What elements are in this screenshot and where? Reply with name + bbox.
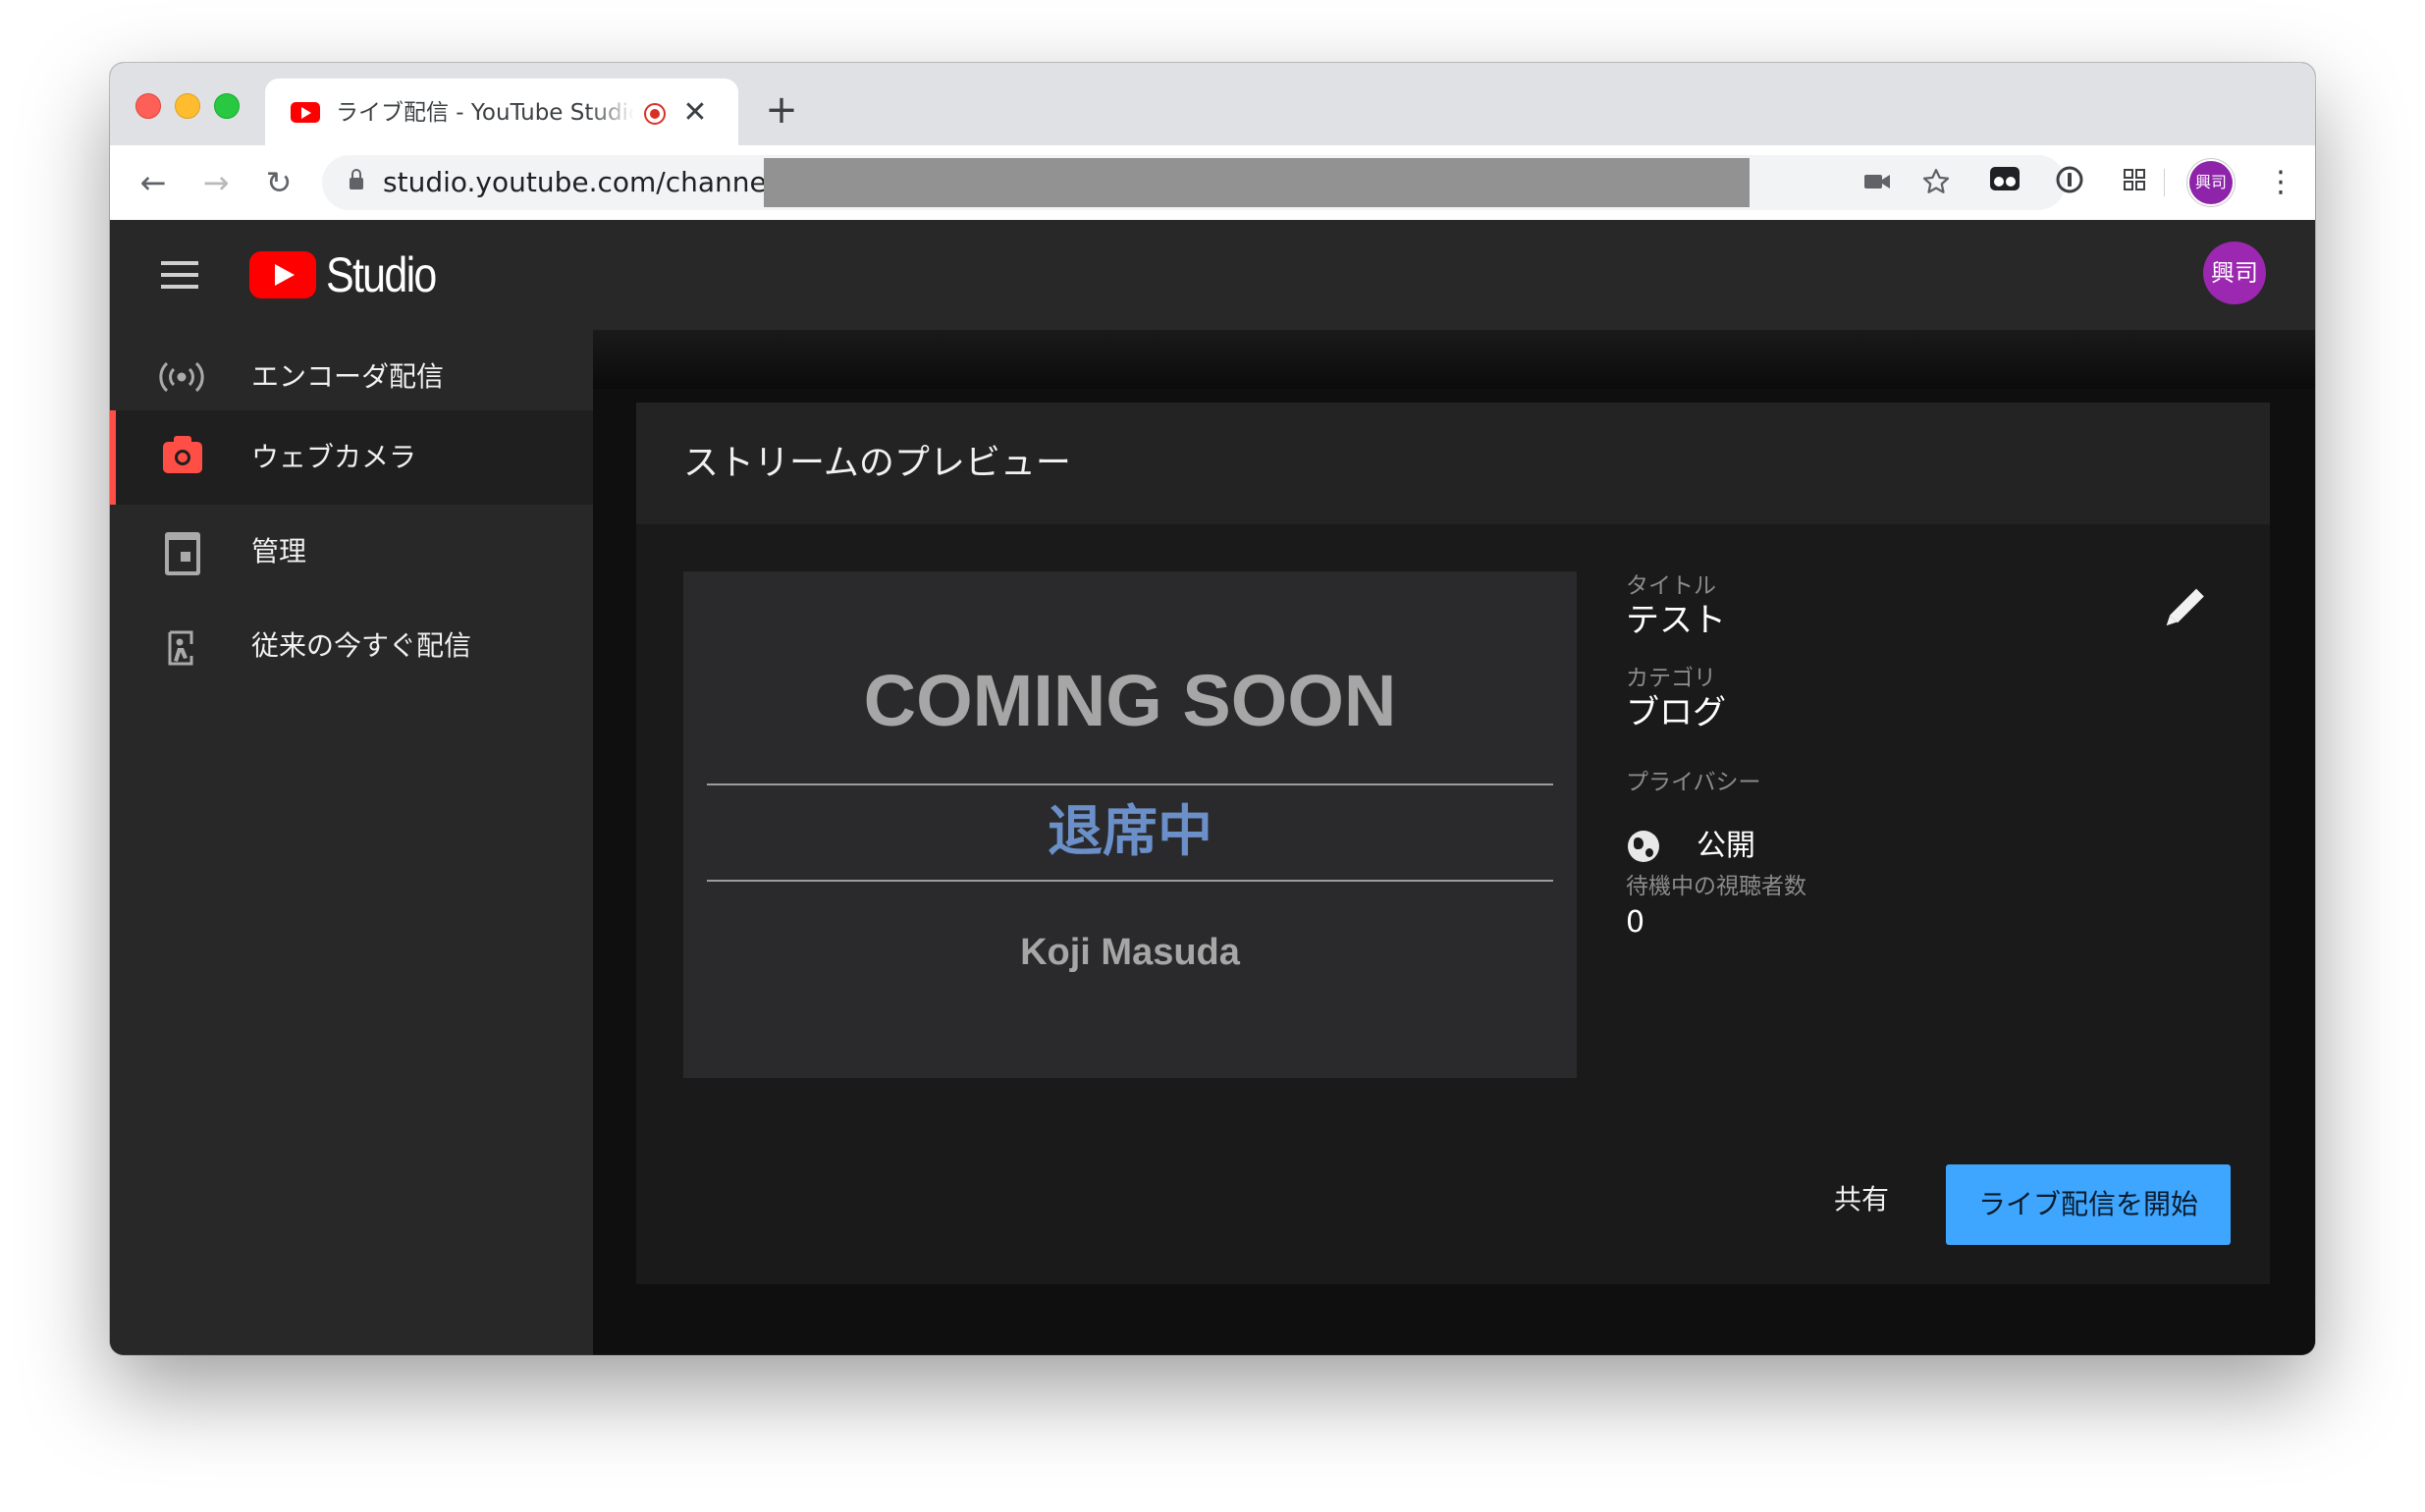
camera-permission-icon[interactable] [1861,167,1893,198]
toolbar-separator [2164,169,2165,196]
card-title: ストリームのプレビュー [683,443,1071,483]
privacy-label: プライバシー [1626,770,1761,795]
recording-indicator-icon [644,103,666,125]
sidebar-item-label: ウェブカメラ [251,441,417,473]
stream-info: タイトル テスト カテゴリ ブログ プライバシー 公開 待機中の視聴者数 0 [1626,571,2195,984]
classic-stream-icon [159,628,204,666]
browser-tab-active[interactable]: ライブ配信 - YouTube Studio ✕ [265,79,738,145]
extension-grid-icon[interactable] [2117,165,2152,200]
preview-divider [707,783,1553,785]
title-label: タイトル [1626,573,1716,599]
extension-password-icon[interactable] [2052,165,2087,200]
edit-pencil-icon[interactable] [2164,585,2211,632]
sidebar-item-manage[interactable]: 管理 [110,505,593,599]
sidebar-item-label: エンコーダ配信 [251,360,445,393]
sidebar-item-label: 管理 [251,535,307,567]
reload-icon[interactable]: ↻ [261,165,296,200]
close-window-button[interactable] [135,93,161,119]
extension-glasses-icon[interactable] [1987,165,2022,200]
sidebar: エンコーダ配信 ウェブカメラ 管理 従来の今すぐ配信 [110,330,593,1355]
title-value: テスト [1626,601,1726,640]
address-bar[interactable]: studio.youtube.com/channel/ [322,155,2066,210]
url-text[interactable]: studio.youtube.com/channel/ [383,167,783,198]
browser-profile-avatar[interactable]: 興司 [2189,161,2233,204]
globe-icon [1628,831,1659,862]
share-button[interactable]: 共有 [1795,1170,1928,1229]
redacted-url-segment [764,158,1750,207]
privacy-value: 公開 [1697,829,1755,863]
tab-strip: ライブ配信 - YouTube Studio ✕ + [110,63,2315,145]
stream-preview-card: ストリームのプレビュー COMING SOON 退席中 Koji Masuda … [636,403,2270,1284]
youtube-logo-icon[interactable] [249,251,316,298]
preview-divider [707,880,1553,882]
bookmark-star-icon[interactable] [1920,167,1952,198]
minimize-window-button[interactable] [175,93,200,119]
tab-close-icon[interactable]: ✕ [677,95,713,131]
studio-logo-text[interactable]: Studio [326,245,437,304]
youtube-favicon-icon [291,102,320,123]
browser-window: ライブ配信 - YouTube Studio ✕ + ← → ↻ studio.… [110,63,2315,1355]
sidebar-item-webcam[interactable]: ウェブカメラ [110,410,593,505]
browser-menu-icon[interactable]: ⋮ [2266,163,2295,202]
waiting-viewers-label: 待機中の視聴者数 [1626,874,1806,899]
category-value: ブログ [1626,693,1726,732]
preview-headline: COMING SOON [863,660,1397,741]
tab-title: ライブ配信 - YouTube Studio [336,100,634,126]
new-tab-button[interactable]: + [762,90,801,130]
sidebar-item-classic-stream[interactable]: 従来の今すぐ配信 [110,599,593,693]
camera-icon [163,436,202,473]
go-live-button[interactable]: ライブ配信を開始 [1946,1164,2231,1245]
broadcast-icon [159,359,204,395]
forward-arrow-icon[interactable]: → [198,165,234,200]
maximize-window-button[interactable] [214,93,240,119]
main-content: ストリームのプレビュー COMING SOON 退席中 Koji Masuda … [593,330,2315,1355]
sidebar-item-label: 従来の今すぐ配信 [251,629,472,662]
studio-header: Studio 興司 [110,220,2315,330]
preview-name: Koji Masuda [1020,932,1240,973]
card-header: ストリームのプレビュー [636,403,2270,524]
back-arrow-icon[interactable]: ← [135,165,171,200]
category-label: カテゴリ [1626,666,1716,691]
hamburger-menu-icon[interactable] [161,261,198,289]
calendar-icon [165,532,200,575]
account-avatar[interactable]: 興司 [2203,242,2266,304]
stream-preview-thumbnail: COMING SOON 退席中 Koji Masuda [683,571,1577,1078]
preview-status: 退席中 [1048,800,1212,864]
browser-toolbar: ← → ↻ studio.youtube.com/channel/ 興司 ⋮ [110,145,2315,221]
lock-icon[interactable] [350,169,363,189]
waiting-viewers-value: 0 [1626,905,1645,940]
